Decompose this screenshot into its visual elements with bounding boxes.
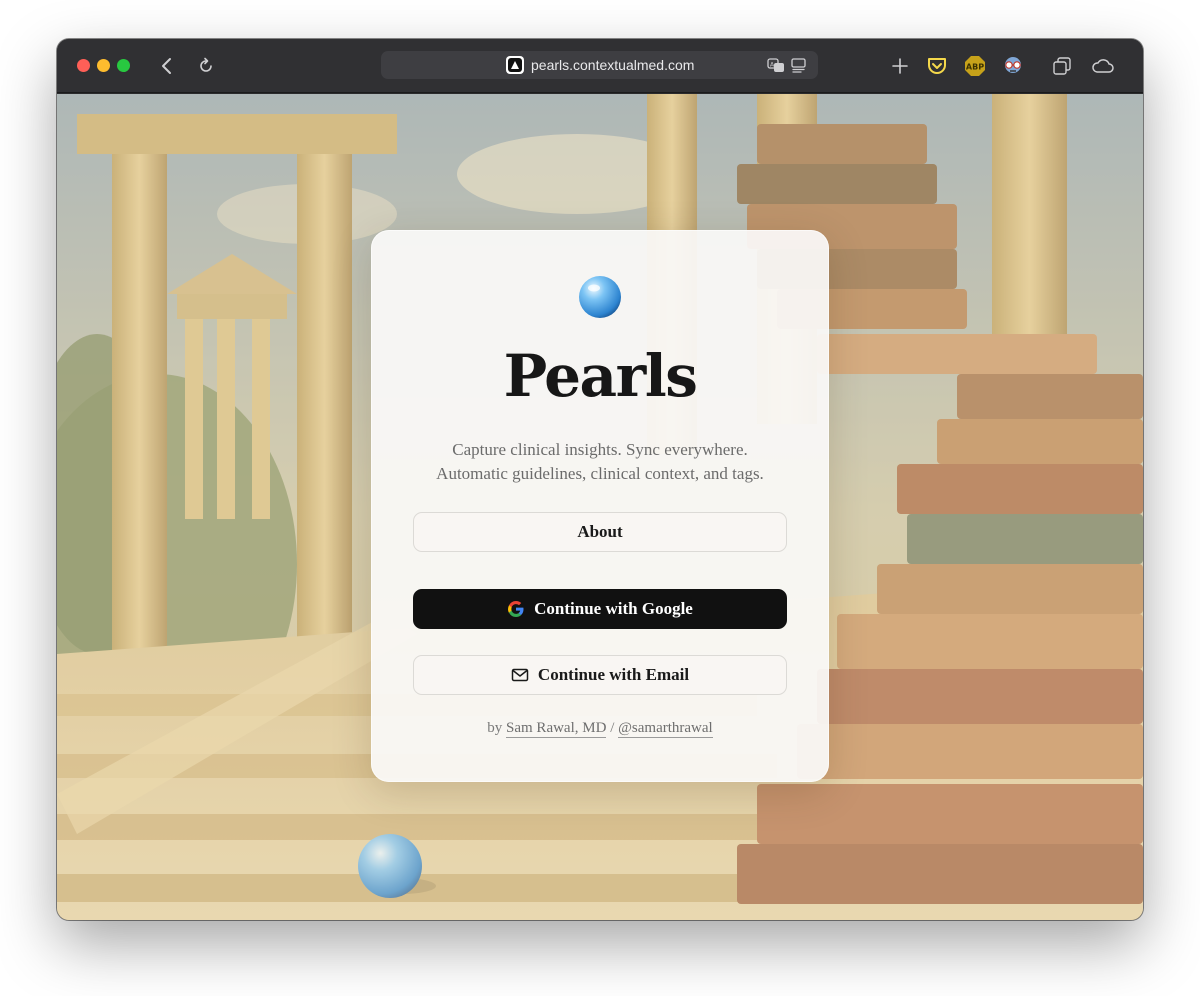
adblock-icon[interactable]: ABP bbox=[961, 52, 989, 80]
spy-glasses-icon[interactable] bbox=[999, 52, 1027, 80]
translate-icon[interactable]: A bbox=[767, 56, 785, 74]
pocket-icon[interactable] bbox=[923, 52, 951, 80]
reload-icon[interactable] bbox=[192, 52, 220, 80]
byline-prefix: by bbox=[487, 720, 503, 736]
close-window-button[interactable] bbox=[77, 59, 90, 72]
continue-with-google-button[interactable]: Continue with Google bbox=[413, 589, 787, 629]
continue-with-email-button[interactable]: Continue with Email bbox=[413, 655, 787, 695]
author-name-link[interactable]: Sam Rawal, MD bbox=[506, 720, 607, 738]
google-button-label: Continue with Google bbox=[534, 599, 693, 618]
reader-icon[interactable] bbox=[790, 56, 808, 74]
site-favicon-icon bbox=[506, 56, 524, 74]
about-button[interactable]: About bbox=[413, 512, 787, 552]
tagline-line-1: Capture clinical insights. Sync everywhe… bbox=[452, 440, 748, 459]
browser-toolbar: pearls.contextualmed.com A ABP bbox=[57, 39, 1143, 93]
url-text: pearls.contextualmed.com bbox=[531, 57, 695, 73]
about-button-label: About bbox=[577, 522, 623, 541]
email-button-label: Continue with Email bbox=[537, 665, 690, 684]
chevron-left-icon[interactable] bbox=[153, 52, 181, 80]
mail-icon bbox=[511, 666, 529, 684]
byline: by Sam Rawal, MD / @samarthrawal bbox=[371, 720, 829, 738]
plus-icon[interactable] bbox=[886, 52, 914, 80]
tab-overview-icon[interactable] bbox=[1048, 52, 1076, 80]
cloud-icon[interactable] bbox=[1089, 52, 1117, 80]
byline-separator: / bbox=[610, 720, 615, 736]
maximize-window-button[interactable] bbox=[117, 59, 130, 72]
tagline-line-2: Automatic guidelines, clinical context, … bbox=[436, 464, 764, 483]
login-card: Pearls Capture clinical insights. Sync e… bbox=[371, 230, 829, 782]
address-bar[interactable]: pearls.contextualmed.com A bbox=[381, 51, 818, 79]
google-icon bbox=[507, 600, 525, 618]
browser-window: pearls.contextualmed.com A ABP Pearls Ca… bbox=[57, 39, 1143, 920]
page-content: Pearls Capture clinical insights. Sync e… bbox=[57, 94, 1143, 920]
author-handle-link[interactable]: @samarthrawal bbox=[618, 720, 713, 738]
minimize-window-button[interactable] bbox=[97, 59, 110, 72]
svg-text:ABP: ABP bbox=[966, 63, 984, 72]
pearl-logo-icon bbox=[579, 276, 621, 318]
page-title: Pearls bbox=[503, 342, 698, 410]
